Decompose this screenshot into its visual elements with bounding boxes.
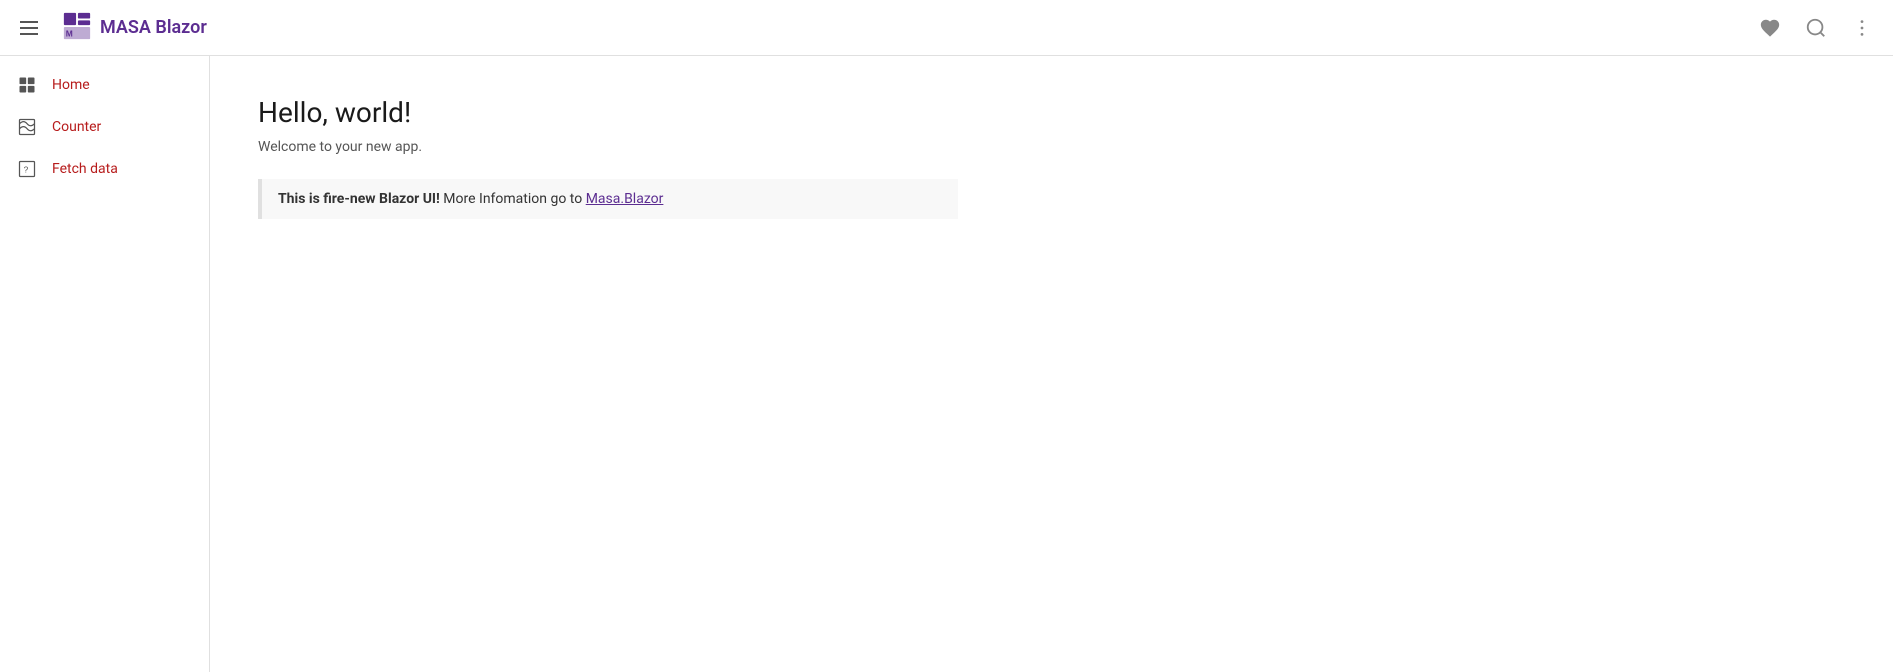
search-icon — [1805, 17, 1827, 39]
sidebar-item-fetch-label: Fetch data — [52, 161, 118, 177]
alert-bold-text: This is fire-new Blazor UI! — [278, 191, 440, 207]
counter-icon — [16, 116, 38, 138]
sidebar: Home Counter ? — [0, 56, 210, 672]
logo-link[interactable]: M MASA Blazor — [62, 11, 207, 45]
page-title: Hello, world! — [258, 96, 1845, 129]
svg-text:?: ? — [24, 164, 29, 174]
sidebar-item-home-label: Home — [52, 77, 90, 93]
top-nav: M MASA Blazor — [0, 0, 1893, 56]
fetch-icon: ? — [16, 158, 38, 180]
heart-icon — [1759, 17, 1781, 39]
masa-blazor-link[interactable]: Masa.Blazor — [586, 191, 664, 207]
nav-actions — [1751, 9, 1881, 47]
logo-text: MASA Blazor — [100, 17, 207, 38]
logo-icon: M — [62, 11, 92, 45]
main-layout: Home Counter ? — [0, 56, 1893, 672]
alert-text: More Infomation go to — [440, 191, 586, 207]
sidebar-item-fetch-data[interactable]: ? Fetch data — [0, 148, 209, 190]
more-button[interactable] — [1843, 9, 1881, 47]
sidebar-item-counter[interactable]: Counter — [0, 106, 209, 148]
content-area: Hello, world! Welcome to your new app. T… — [210, 56, 1893, 672]
nav-left: M MASA Blazor — [12, 11, 222, 45]
page-subtitle: Welcome to your new app. — [258, 139, 1845, 155]
sidebar-item-home[interactable]: Home — [0, 64, 209, 106]
heart-button[interactable] — [1751, 9, 1789, 47]
info-alert: This is fire-new Blazor UI! More Infomat… — [258, 179, 958, 219]
search-button[interactable] — [1797, 9, 1835, 47]
sidebar-item-counter-label: Counter — [52, 119, 101, 135]
home-icon — [16, 74, 38, 96]
more-vertical-icon — [1851, 17, 1873, 39]
hamburger-button[interactable] — [12, 13, 46, 43]
svg-text:M: M — [66, 28, 73, 38]
